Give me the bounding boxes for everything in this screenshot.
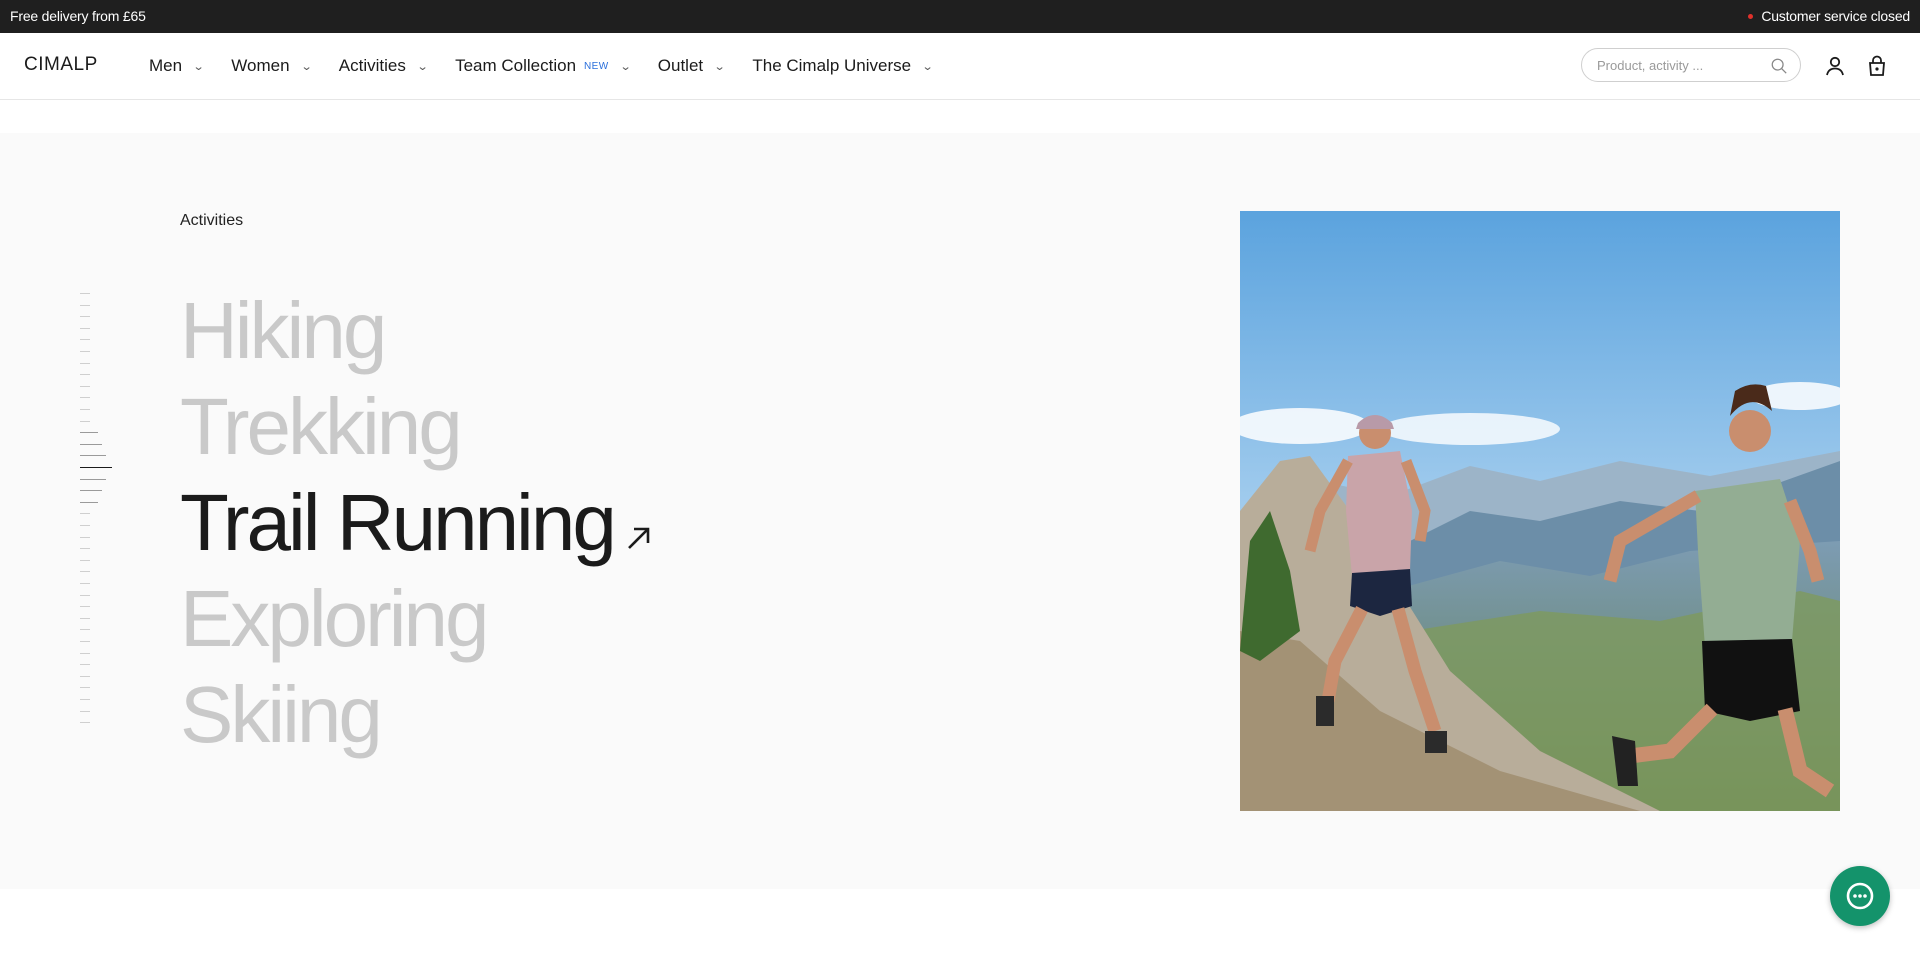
nav-item-cimalp-universe[interactable]: The Cimalp Universe ⌄: [752, 56, 934, 76]
nav-label: Activities: [338, 56, 406, 75]
nav-label: The Cimalp Universe: [752, 56, 912, 75]
activity-link-exploring[interactable]: Exploring: [180, 571, 654, 667]
scale-tick: [80, 339, 90, 341]
chevron-down-icon: ⌄: [300, 60, 313, 73]
scale-tick: [80, 374, 90, 376]
scale-tick: [80, 583, 90, 584]
scale-tick: [80, 548, 90, 550]
scale-tick: [80, 409, 90, 410]
nav-label: Outlet: [657, 56, 704, 75]
nav-item-outlet[interactable]: Outlet ⌄: [657, 56, 726, 76]
scale-tick: [80, 467, 112, 468]
scale-tick: [80, 617, 90, 619]
activity-label: Hiking: [180, 286, 387, 375]
scale-tick: [80, 571, 90, 573]
chevron-down-icon: ⌄: [921, 60, 934, 73]
chevron-down-icon: ⌄: [713, 60, 726, 73]
scale-tick: [80, 443, 102, 445]
chat-bubble-icon: [1846, 882, 1874, 910]
nav-item-activities[interactable]: Activities ⌄: [338, 56, 429, 76]
activity-label: Trail Running: [180, 478, 617, 567]
nav-label: Team Collection: [455, 56, 577, 75]
scale-tick: [80, 722, 90, 724]
section-label: Activities: [180, 212, 244, 229]
scale-tick: [80, 397, 90, 399]
nav-item-men[interactable]: Men ⌄: [149, 56, 205, 76]
scale-tick: [80, 362, 90, 364]
scale-tick: [80, 490, 102, 492]
search-box: [1581, 48, 1801, 82]
main-nav: Men ⌄ Women ⌄ Activities ⌄ Team Collecti…: [149, 33, 960, 99]
activity-link-trail-running[interactable]: Trail Running: [180, 475, 654, 571]
scale-tick: [80, 525, 90, 526]
announcement-bar: Free delivery from £65 Customer service …: [0, 0, 1920, 33]
scale-tick: [80, 536, 90, 538]
activity-label: Skiing: [180, 670, 383, 759]
scale-tick: [80, 687, 90, 689]
scale-tick: [80, 304, 90, 306]
scale-tick: [80, 606, 90, 608]
activity-link-skiing[interactable]: Skiing: [180, 667, 654, 763]
scale-tick: [80, 664, 90, 666]
scale-tick: [80, 385, 90, 387]
scale-tick: [80, 710, 90, 712]
scale-tick: [80, 594, 90, 596]
scale-tick: [80, 327, 90, 329]
new-badge: NEW: [584, 60, 609, 72]
logo[interactable]: CIMALP: [24, 54, 98, 76]
activity-label: Trekking: [180, 382, 463, 471]
scale-tick: [80, 629, 90, 631]
nav-label: Men: [149, 56, 183, 75]
scale-tick: [80, 432, 98, 434]
scale-tick: [80, 351, 90, 352]
chevron-down-icon: ⌄: [619, 60, 632, 73]
scale-tick: [80, 559, 90, 561]
activity-link-hiking[interactable]: Hiking: [180, 283, 654, 379]
scale-tick: [80, 316, 90, 318]
account-icon[interactable]: [1823, 54, 1847, 78]
chevron-down-icon: ⌄: [192, 60, 205, 73]
search-input[interactable]: [1595, 57, 1769, 74]
scroll-indicator: [80, 293, 120, 743]
free-delivery-text: Free delivery from £65: [10, 8, 146, 24]
status-dot-icon: [1748, 13, 1754, 19]
nav-label: Women: [231, 56, 290, 75]
site-header: CIMALP Men ⌄ Women ⌄ Activities ⌄ Team C…: [0, 33, 1920, 100]
scale-tick: [80, 293, 90, 294]
scale-tick: [80, 513, 90, 515]
activities-hero: Activities Hiking Trekking Trail Running…: [0, 133, 1920, 889]
search-icon[interactable]: [1770, 57, 1788, 75]
scale-tick: [80, 675, 90, 677]
trail-running-photo: [1240, 211, 1840, 811]
nav-item-team-collection[interactable]: Team Collection NEW ⌄: [455, 56, 632, 76]
scale-tick: [80, 478, 106, 480]
activity-link-trekking[interactable]: Trekking: [180, 379, 654, 475]
chat-button[interactable]: [1830, 866, 1890, 926]
scale-tick: [80, 652, 90, 654]
scale-tick: [80, 699, 90, 700]
customer-service-text: Customer service closed: [1761, 8, 1910, 24]
scale-tick: [80, 641, 90, 642]
activity-list: Hiking Trekking Trail Running Exploring …: [180, 283, 654, 763]
activity-label: Exploring: [180, 574, 490, 663]
arrow-up-right-icon: [627, 527, 650, 549]
cart-icon[interactable]: [1865, 54, 1889, 78]
scale-tick: [80, 420, 90, 422]
customer-service-status: Customer service closed: [1748, 8, 1910, 24]
chevron-down-icon: ⌄: [416, 60, 429, 73]
nav-item-women[interactable]: Women ⌄: [231, 56, 313, 76]
scale-tick: [80, 501, 98, 503]
scale-tick: [80, 455, 106, 457]
